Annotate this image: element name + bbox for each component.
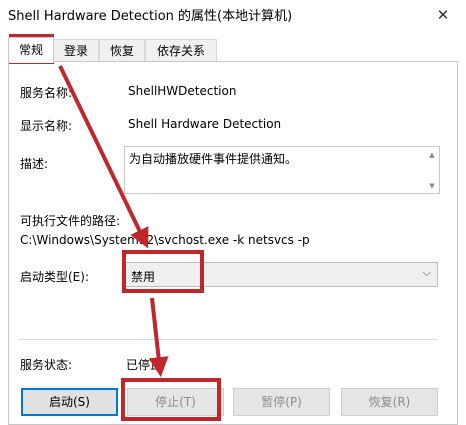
arrow-to-stop-button xyxy=(148,297,169,378)
tab-general[interactable]: 常规 xyxy=(8,37,54,63)
annotation-arrows xyxy=(58,65,169,378)
arrow-to-startup-type xyxy=(58,65,149,249)
